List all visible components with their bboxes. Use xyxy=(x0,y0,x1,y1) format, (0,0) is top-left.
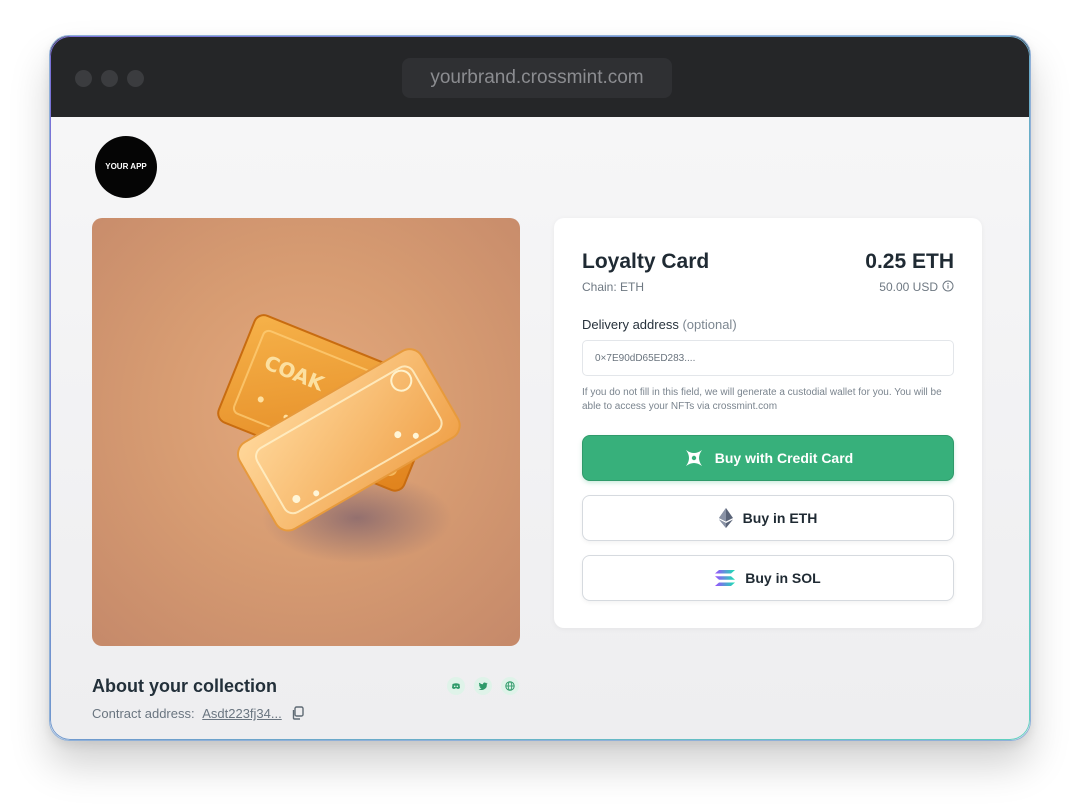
buy-credit-card-button[interactable]: Buy with Credit Card xyxy=(582,435,954,481)
product-price: 0.25 ETH xyxy=(865,250,954,273)
buy-eth-button[interactable]: Buy in ETH xyxy=(582,495,954,541)
browser-window: yourbrand.crossmint.com YOUR APP COAK Ab… xyxy=(49,35,1031,741)
checkout-panel: Loyalty Card 0.25 ETH Chain: ETH 50.00 U… xyxy=(554,218,982,628)
window-minimize-dot[interactable] xyxy=(101,70,118,87)
window-maximize-dot[interactable] xyxy=(127,70,144,87)
ethereum-icon xyxy=(718,508,733,528)
usd-price: 50.00 USD xyxy=(879,280,938,294)
contract-address-link[interactable]: Asdt223fj34... xyxy=(202,706,282,721)
product-title: Loyalty Card xyxy=(582,250,710,273)
buy-credit-card-label: Buy with Credit Card xyxy=(714,450,854,466)
contract-address-label: Contract address: xyxy=(92,706,195,721)
buy-sol-button[interactable]: Buy in SOL xyxy=(582,555,954,601)
crossmint-x-icon xyxy=(685,450,702,466)
delivery-address-label: Delivery address (optional) xyxy=(582,317,737,332)
globe-icon[interactable] xyxy=(501,677,519,695)
copy-icon[interactable] xyxy=(291,706,305,720)
buy-sol-label: Buy in SOL xyxy=(745,570,821,586)
delivery-label-text: Delivery address xyxy=(582,317,679,332)
nft-artwork: COAK xyxy=(92,218,520,646)
buy-eth-label: Buy in ETH xyxy=(742,510,818,526)
app-logo: YOUR APP xyxy=(95,136,157,198)
window-close-dot[interactable] xyxy=(75,70,92,87)
url-bar[interactable]: yourbrand.crossmint.com xyxy=(402,58,672,98)
discord-icon[interactable] xyxy=(447,677,465,695)
delivery-optional-text: (optional) xyxy=(682,317,737,332)
twitter-icon[interactable] xyxy=(474,677,492,695)
product-chain: Chain: ETH xyxy=(582,280,645,294)
delivery-address-input[interactable] xyxy=(582,340,954,376)
contract-address-row: Contract address: Asdt223fj34... xyxy=(92,706,282,721)
collection-title: About your collection xyxy=(92,676,278,696)
browser-titlebar: yourbrand.crossmint.com xyxy=(50,36,1030,117)
info-icon[interactable] xyxy=(942,280,954,292)
delivery-hint: If you do not fill in this field, we wil… xyxy=(582,387,942,412)
solana-icon xyxy=(715,570,736,586)
